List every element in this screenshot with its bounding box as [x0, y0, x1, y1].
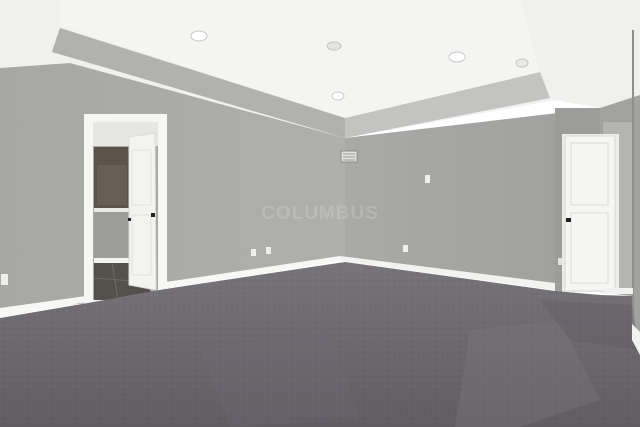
outlet-icon [1, 274, 8, 285]
hvac-vent-icon [340, 150, 358, 163]
door-handle-icon[interactable] [151, 213, 155, 217]
light-switch-icon [425, 175, 430, 183]
recessed-light-icon [448, 51, 466, 63]
room-photo: COLUMBUS [0, 0, 640, 427]
recessed-light-icon [331, 91, 345, 101]
outlet-icon [403, 245, 408, 252]
recessed-light-icon [189, 30, 209, 42]
door-handle-icon[interactable] [566, 218, 571, 222]
smoke-detector-icon [326, 41, 342, 51]
baseboard-right [603, 288, 633, 294]
open-door[interactable] [128, 132, 157, 291]
outlet-icon [266, 247, 271, 254]
outlet-icon [251, 249, 256, 256]
outlet-icon [558, 258, 562, 265]
recessed-light-icon [515, 58, 529, 68]
room-illustration [0, 0, 640, 427]
